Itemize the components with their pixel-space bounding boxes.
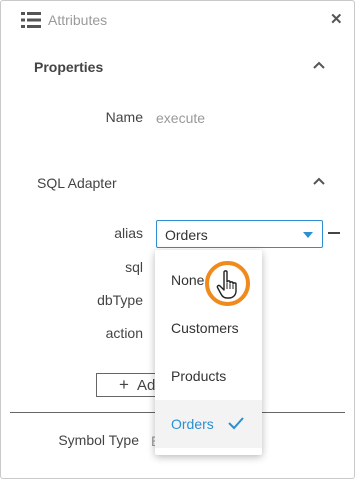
properties-section-header[interactable]: Properties <box>34 59 103 75</box>
panel-titlebar: Attributes ✕ <box>1 1 354 39</box>
remove-alias-button[interactable] <box>328 232 340 234</box>
sql-label: sql <box>125 259 143 275</box>
close-icon[interactable]: ✕ <box>330 11 343 29</box>
dropdown-option-products[interactable]: Products <box>155 352 262 400</box>
chevron-up-icon[interactable] <box>313 177 325 185</box>
dropdown-option-customers[interactable]: Customers <box>155 304 262 352</box>
name-label: Name <box>105 109 143 125</box>
option-label: Customers <box>171 320 239 336</box>
alias-selected-value: Orders <box>165 227 208 243</box>
dropdown-option-orders[interactable]: Orders <box>155 400 262 448</box>
option-label: Products <box>171 368 227 384</box>
name-value[interactable]: execute <box>156 110 205 126</box>
panel-title: Attributes <box>48 12 108 28</box>
list-icon <box>21 12 41 28</box>
chevron-up-icon[interactable] <box>313 61 325 69</box>
symbol-type-label: Symbol Type <box>58 432 139 448</box>
checkmark-icon <box>228 417 244 430</box>
action-label: action <box>105 325 143 341</box>
dbtype-label: dbType <box>97 292 143 308</box>
hand-pointer-icon <box>216 270 237 299</box>
option-label: None <box>171 272 205 288</box>
sql-adapter-section-header[interactable]: SQL Adapter <box>37 175 117 191</box>
add-button-label: Ad <box>137 377 156 394</box>
caret-down-icon <box>303 232 313 238</box>
option-label: Orders <box>171 416 214 432</box>
alias-select[interactable]: Orders <box>156 220 323 248</box>
plus-icon: + <box>119 375 129 394</box>
alias-label: alias <box>114 225 143 241</box>
